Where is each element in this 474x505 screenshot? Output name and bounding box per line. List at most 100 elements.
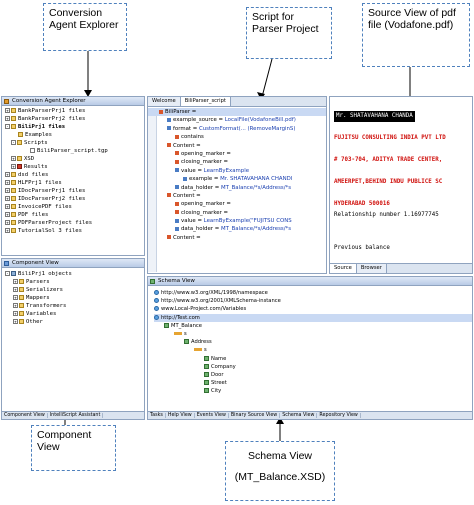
expand-icon[interactable]: + [5, 188, 10, 193]
schema-item[interactable]: http://www.w3.org/XML/1998/namespace [154, 289, 472, 297]
expand-icon[interactable]: + [13, 303, 18, 308]
explorer-tree-item[interactable]: + PDF files [5, 211, 144, 219]
script-row[interactable]: BiliParser = [148, 108, 326, 117]
source-line [330, 232, 472, 243]
explorer-tree-item[interactable]: + Results [5, 163, 144, 171]
collapse-icon[interactable]: - [5, 124, 10, 129]
component-tree-item[interactable]: + Transformers [5, 302, 144, 310]
schema-item[interactable]: www.Local-Project.com/Variables [154, 305, 472, 313]
explorer-tree-item[interactable]: + IDocParserPrj1 files [5, 187, 144, 195]
script-key: closing_marker = [181, 159, 229, 166]
schema-item[interactable]: Address [154, 338, 472, 346]
schema-item[interactable]: Street [154, 379, 472, 387]
schema-bottom-tab[interactable]: Events View [194, 413, 229, 418]
schema-item[interactable]: MT_Balance [154, 322, 472, 330]
explorer-tree-item[interactable]: + InvoicePDF files [5, 203, 144, 211]
expand-icon[interactable]: + [5, 180, 10, 185]
script-row[interactable]: closing_marker = [148, 158, 326, 166]
component-tree-item[interactable]: + Serializers [5, 286, 144, 294]
explorer-tree-item[interactable]: - Scripts [5, 139, 144, 147]
schema-item[interactable]: Company [154, 363, 472, 371]
schema-item[interactable]: http://Test.com [154, 313, 472, 322]
script-row[interactable]: closing_marker = [148, 209, 326, 217]
explorer-tree-label: IDocParserPrj2 files [18, 196, 86, 202]
expand-icon[interactable]: + [13, 287, 18, 292]
schema-label: http://www.w3.org/XML/1998/namespace [161, 290, 268, 296]
tab-welcome[interactable]: Welcome [148, 97, 181, 106]
folder-icon [11, 204, 16, 209]
script-row[interactable]: value = LearnByExample [148, 167, 326, 175]
explorer-tree-item[interactable]: Examples [5, 131, 144, 139]
script-row[interactable]: value = LearnByExample("FUJITSU CONS [148, 217, 326, 225]
expand-icon[interactable]: + [13, 311, 18, 316]
schema-bottom-tab[interactable]: Tasks [148, 413, 166, 418]
explorer-tree-item[interactable]: + XSD [5, 155, 144, 163]
schema-item[interactable]: s [154, 330, 472, 338]
folder-icon [11, 188, 16, 193]
collapse-icon[interactable]: - [5, 271, 10, 276]
script-row[interactable]: contains [148, 133, 326, 141]
explorer-tree-item[interactable]: + BankParserPrj2 files [5, 115, 144, 123]
expand-icon[interactable]: + [5, 172, 10, 177]
expand-icon[interactable]: + [11, 156, 16, 161]
expand-icon[interactable]: + [5, 212, 10, 217]
component-tree-item[interactable]: + Parsers [5, 278, 144, 286]
explorer-tree-item[interactable]: + PDFParserProject files [5, 219, 144, 227]
schema-bottom-tab[interactable]: Schema View [280, 413, 318, 418]
component-panel: Component View - BiliPrj1 objects + Parsers… [1, 258, 145, 420]
expand-icon[interactable]: + [5, 220, 10, 225]
expand-icon[interactable]: + [5, 204, 10, 209]
script-row[interactable]: example_source = LocalFile(VodafoneBill.… [148, 116, 326, 124]
component-tree-item[interactable]: + Variables [5, 310, 144, 318]
expand-icon[interactable]: + [13, 279, 18, 284]
component-bottom-tab[interactable]: IntelliScript Assistant [47, 413, 104, 418]
expand-icon[interactable]: + [13, 319, 18, 324]
schema-label: s [204, 347, 207, 354]
explorer-tree-item[interactable]: - BiliPrj1 files [5, 123, 144, 131]
expand-icon[interactable]: + [5, 196, 10, 201]
script-row[interactable]: Content = [148, 234, 326, 242]
explorer-tree-item[interactable]: + dsd files [5, 171, 144, 179]
namespace-icon [154, 306, 159, 312]
schema-label: Address [191, 339, 212, 346]
tab-biliparser-script[interactable]: BiliParser_script [180, 97, 231, 106]
component-tree-item[interactable]: - BiliPrj1 objects [5, 270, 144, 278]
schema-item[interactable]: Door [154, 371, 472, 379]
schema-item[interactable]: Name [154, 355, 472, 363]
schema-item[interactable]: s [154, 346, 472, 354]
expand-icon[interactable]: + [11, 164, 16, 169]
explorer-tree-item[interactable]: + BankParserPrj1 files [5, 107, 144, 115]
explorer-tree-item[interactable]: + TutorialSol 3 files [5, 227, 144, 235]
explorer-tree-item[interactable]: + HLFPrj1 files [5, 179, 144, 187]
component-tree-item[interactable]: + Mappers [5, 294, 144, 302]
schema-bottom-tab[interactable]: Repository View [317, 413, 361, 418]
expand-icon[interactable]: + [5, 108, 10, 113]
component-tree-item[interactable]: + Other [5, 318, 144, 326]
collapse-icon[interactable]: - [11, 140, 16, 145]
schema-bottom-tab[interactable]: Binary Source View [228, 413, 281, 418]
explorer-tree-item[interactable]: BiliParser_script.tgp [5, 147, 144, 155]
explorer-tree-item[interactable]: + IDocParserPrj2 files [5, 195, 144, 203]
expand-icon[interactable]: + [5, 116, 10, 121]
schema-item[interactable]: City [154, 387, 472, 395]
schema-item[interactable]: http://www.w3.org/2001/XMLSchema-instanc… [154, 297, 472, 305]
namespace-icon [154, 298, 159, 304]
schema-label: MT_Balance [171, 322, 202, 329]
tab-browser[interactable]: Browser [356, 264, 387, 273]
expand-icon[interactable]: + [5, 228, 10, 233]
script-row[interactable]: example = Mr. SHATAVAHANA CHANDI [148, 175, 326, 183]
schema-bottom-tab[interactable]: Help View [165, 413, 195, 418]
folder-icon [11, 124, 16, 129]
script-row[interactable]: format = CustomFormat(... (RemoveMarginS… [148, 125, 326, 133]
expand-icon[interactable]: + [13, 295, 18, 300]
tab-source[interactable]: Source [330, 264, 357, 273]
script-row[interactable]: opening_marker = [148, 150, 326, 158]
script-row[interactable]: Content = [148, 192, 326, 200]
script-row[interactable]: Content = [148, 142, 326, 150]
source-panel: Mr. SHATAVAHANA CHANDA FUJITSU CONSULTING… [329, 96, 473, 274]
script-row[interactable]: data_holder = MT_Balance/*s/Address/*s [148, 184, 326, 192]
script-row[interactable]: opening_marker = [148, 200, 326, 208]
component-bottom-tab[interactable]: Component View [2, 413, 48, 418]
script-row[interactable]: data_holder = MT_Balance/*s/Address/*s [148, 225, 326, 233]
schema-panel: Schema View http://www.w3.org/XML/1998/n… [147, 276, 473, 420]
